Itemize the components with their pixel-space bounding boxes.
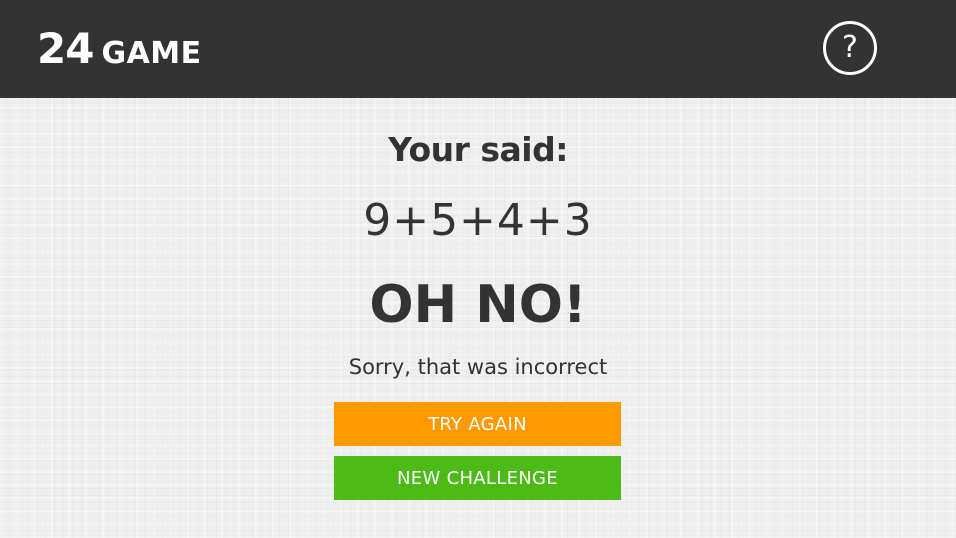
help-question-icon[interactable]: ? (823, 21, 877, 75)
logo-number: 24 (37, 24, 94, 73)
said-label: Your said: (388, 130, 568, 169)
result-panel: Your said: 9+5+4+3 OH NO! Sorry, that wa… (0, 98, 956, 538)
app-logo: 24 GAME (37, 26, 202, 72)
app-header: 24 GAME ? (0, 0, 956, 98)
try-again-button[interactable]: TRY AGAIN (334, 402, 621, 446)
logo-word: GAME (101, 36, 202, 71)
result-title: OH NO! (369, 275, 587, 335)
submitted-expression: 9+5+4+3 (363, 195, 593, 246)
new-challenge-button[interactable]: NEW CHALLENGE (334, 456, 621, 500)
result-message: Sorry, that was incorrect (348, 355, 608, 379)
